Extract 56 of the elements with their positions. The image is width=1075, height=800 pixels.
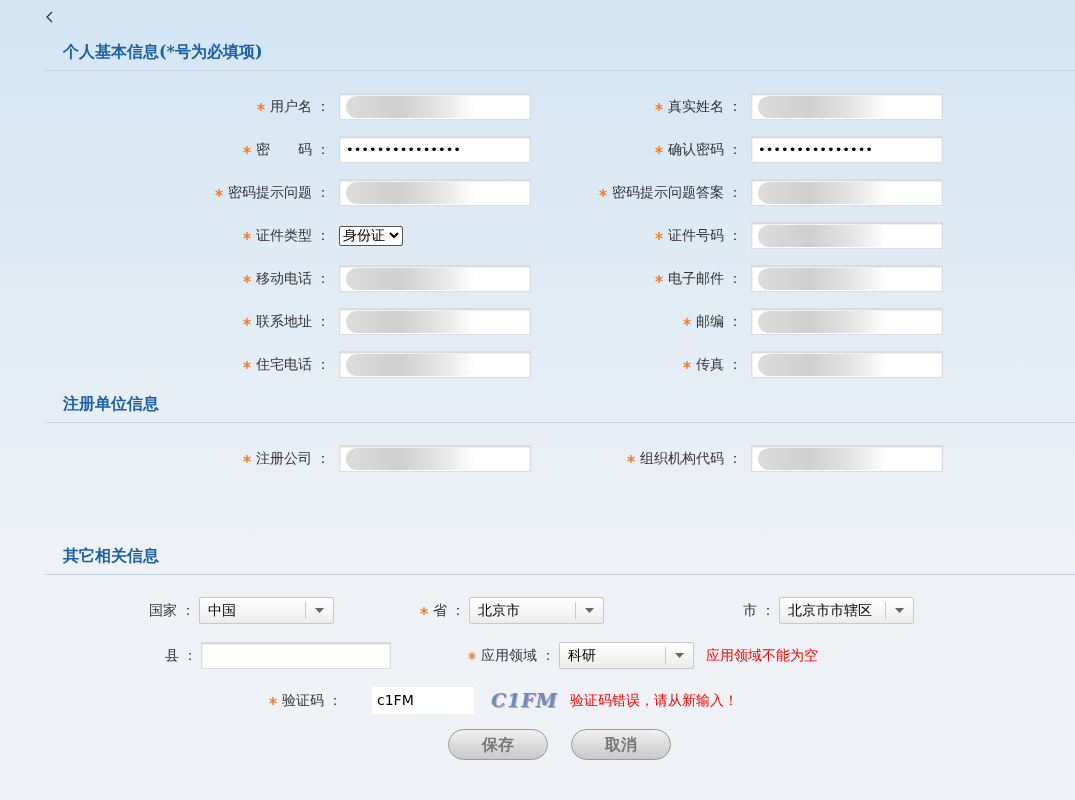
input-field[interactable] — [339, 93, 531, 120]
caret-down-icon — [895, 608, 904, 613]
field-label: 证件号码 ： — [667, 226, 742, 245]
input-field[interactable] — [339, 308, 531, 335]
field-label: 电子邮件 ： — [667, 269, 742, 288]
caret-down-icon — [675, 653, 684, 658]
input-field[interactable] — [751, 179, 943, 206]
field-label: 县 ： — [164, 646, 197, 665]
field-label: 确认密码 ： — [667, 140, 742, 159]
input-field[interactable] — [751, 308, 943, 335]
field-label: 国家 ： — [148, 601, 195, 620]
error-message: 验证码错误，请从新输入！ — [569, 691, 738, 710]
field-label: 真实姓名 ： — [667, 97, 742, 116]
field-label: 组织机构代码 ： — [639, 449, 742, 468]
dropdown-field[interactable]: 科研 — [559, 642, 694, 669]
input-field[interactable]: ••••••••••••••• — [751, 136, 943, 163]
field-label: 证件类型 ： — [255, 226, 330, 245]
field-label: 邮编 ： — [695, 312, 742, 331]
field-label: 移动电话 ： — [255, 269, 330, 288]
field-label: 注册公司 ： — [255, 449, 330, 468]
captcha-image: C1FM — [491, 688, 558, 714]
input-field[interactable] — [751, 93, 943, 120]
input-field[interactable] — [339, 351, 531, 378]
section-title: 个人基本信息(*号为必填项) — [63, 41, 264, 63]
field-label: 密码提示问题 ： — [227, 183, 330, 202]
field-label: 住宅电话 ： — [255, 355, 330, 374]
section-title: 注册单位信息 — [63, 393, 160, 415]
chevron-down-icon — [389, 232, 399, 239]
field-label: 密 码 ： — [255, 140, 330, 159]
input-field[interactable] — [751, 445, 943, 472]
input-field[interactable]: ••••••••••••••• — [339, 136, 531, 163]
field-label: 验证码 ： — [281, 691, 342, 710]
dropdown-field[interactable]: 北京市 — [469, 597, 604, 624]
captcha-field[interactable]: c1FM — [372, 687, 474, 714]
input-field[interactable] — [751, 351, 943, 378]
field-label: 联系地址 ： — [255, 312, 330, 331]
field-label: 传真 ： — [695, 355, 742, 374]
input-field[interactable] — [339, 445, 531, 472]
section-title: 其它相关信息 — [63, 545, 160, 567]
input-field[interactable] — [339, 179, 531, 206]
dropdown-field[interactable]: 中国 — [199, 597, 334, 624]
field-label: 应用领域 ： — [480, 646, 555, 665]
input-field[interactable] — [339, 265, 531, 292]
dropdown-field[interactable]: 北京市市辖区 — [779, 597, 914, 624]
error-message: 应用领域不能为空 — [706, 646, 818, 665]
input-field[interactable] — [751, 222, 943, 249]
caret-down-icon — [315, 608, 324, 613]
field-label: 密码提示问题答案 ： — [611, 183, 742, 202]
back-icon[interactable] — [45, 10, 55, 24]
field-label: 市 ： — [742, 601, 775, 620]
caret-down-icon — [585, 608, 594, 613]
field-label: 用户名 ： — [269, 97, 330, 116]
input-field[interactable] — [751, 265, 943, 292]
select-field[interactable]: 身份证 — [339, 225, 403, 246]
input-field[interactable] — [201, 642, 391, 669]
field-label: 省 ： — [432, 601, 465, 620]
